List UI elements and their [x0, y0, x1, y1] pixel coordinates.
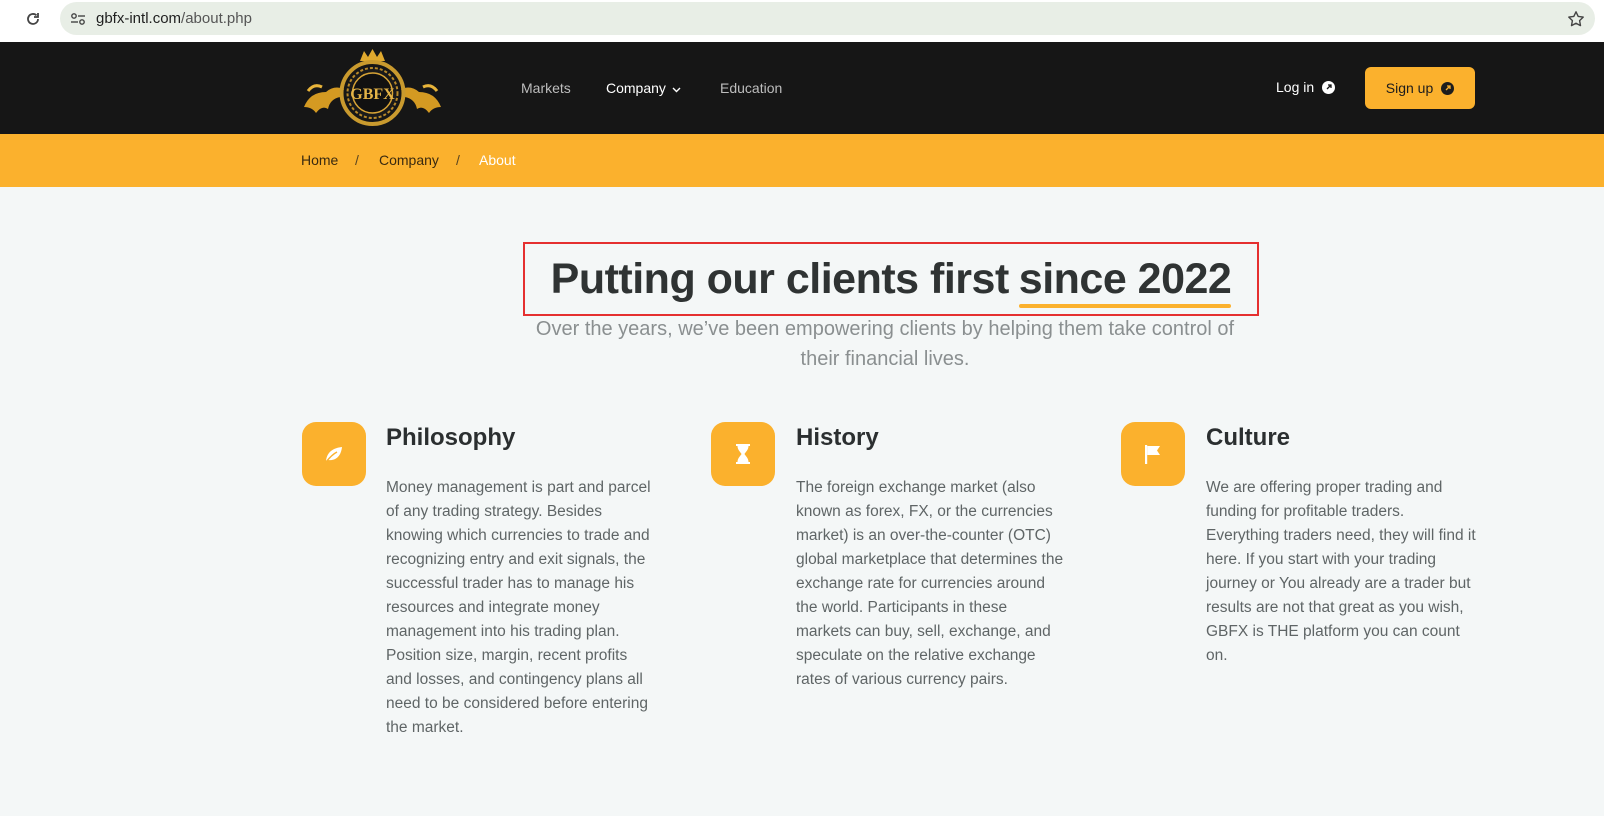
feature-title-philosophy: Philosophy [386, 424, 516, 451]
flag-icon [1121, 422, 1185, 486]
signup-button[interactable]: Sign up [1365, 67, 1475, 109]
breadcrumb-separator: / [355, 152, 359, 168]
breadcrumb-company[interactable]: Company [379, 152, 439, 168]
reload-icon[interactable] [22, 8, 44, 30]
page-title-main: Putting our clients first [550, 254, 1010, 303]
url-text[interactable]: gbfx-intl.com/about.php [96, 10, 252, 27]
login-link[interactable]: Log in [1276, 79, 1336, 95]
nav-markets[interactable]: Markets [521, 80, 571, 96]
nav-company-label: Company [606, 80, 666, 96]
feature-text-history: The foreign exchange market (also known … [796, 479, 1064, 688]
feature-title-culture: Culture [1206, 424, 1290, 451]
nav-education[interactable]: Education [720, 80, 782, 96]
breadcrumb-home[interactable]: Home [301, 152, 338, 168]
page-subtitle: Over the years, we’ve been empowering cl… [535, 318, 1235, 370]
arrow-up-right-icon [1322, 80, 1336, 94]
feature-text-culture: We are offering proper trading and fundi… [1206, 479, 1476, 664]
breadcrumb: Home / Company / About [0, 134, 1604, 187]
gbfx-logo[interactable]: GBFX [300, 47, 445, 127]
address-bar[interactable]: gbfx-intl.com/about.php [60, 2, 1595, 35]
site-header: GBFX Markets Company Education Log in Si… [0, 42, 1604, 134]
page-title: Putting our clients first since 2022 [523, 242, 1259, 316]
feature-title-history: History [796, 424, 879, 451]
login-label: Log in [1276, 79, 1315, 95]
browser-toolbar: gbfx-intl.com/about.php [0, 0, 1604, 42]
breadcrumb-separator: / [456, 152, 460, 168]
url-host: gbfx-intl.com [96, 10, 182, 27]
url-path: /about.php [181, 10, 252, 27]
leaf-icon [302, 422, 366, 486]
signup-label: Sign up [1385, 80, 1434, 96]
site-info-icon[interactable] [68, 9, 88, 29]
page-title-highlight: since 2022 [1018, 254, 1232, 308]
nav-company[interactable]: Company [606, 80, 681, 96]
breadcrumb-about: About [479, 152, 516, 168]
arrow-up-right-icon [1441, 81, 1455, 95]
bookmark-star-icon[interactable] [1565, 8, 1587, 30]
chevron-down-icon [672, 80, 681, 96]
logo-text: GBFX [350, 86, 395, 103]
feature-text-philosophy: Money management is part and parcel of a… [386, 479, 651, 736]
hourglass-icon [711, 422, 775, 486]
